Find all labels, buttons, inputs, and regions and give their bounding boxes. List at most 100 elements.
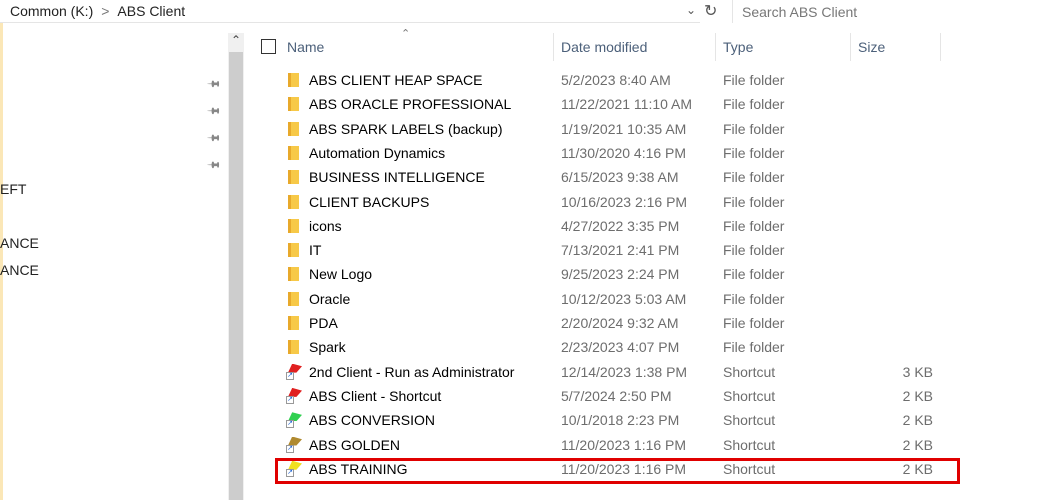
file-date: 2/20/2024 9:32 AM bbox=[561, 315, 679, 331]
file-size: 2 KB bbox=[902, 387, 933, 404]
file-type: File folder bbox=[723, 144, 785, 161]
scroll-up-icon[interactable]: ⌃ bbox=[228, 33, 244, 51]
file-name: ABS SPARK LABELS (backup) bbox=[309, 120, 503, 137]
file-date: 12/14/2023 1:38 PM bbox=[561, 363, 688, 380]
shortcut-icon: ↗ bbox=[286, 363, 302, 380]
file-date: 10/16/2023 2:16 PM bbox=[561, 193, 688, 210]
address-bar[interactable]: Common (K:) > ABS Client bbox=[0, 0, 700, 23]
pin-icon[interactable]: 🖈 bbox=[202, 127, 225, 150]
folder-icon bbox=[288, 218, 299, 233]
file-type: File folder bbox=[723, 217, 785, 234]
file-date: 5/2/2023 8:40 AM bbox=[561, 72, 671, 88]
file-type: File folder bbox=[723, 290, 785, 307]
file-row[interactable]: New Logo 9/25/2023 2:24 PM File folder bbox=[282, 262, 942, 286]
nav-item[interactable]: ANCE bbox=[0, 262, 39, 278]
file-row[interactable]: CLIENT BACKUPS 10/16/2023 2:16 PM File fol… bbox=[282, 190, 942, 214]
file-row[interactable]: BUSINESS INTELLIGENCE 6/15/2023 9:38 AM Fi… bbox=[282, 165, 942, 189]
file-date: 6/15/2023 9:38 AM bbox=[561, 169, 679, 186]
nav-item[interactable]: EFT bbox=[0, 181, 26, 197]
folder-icon bbox=[288, 145, 299, 160]
file-row[interactable]: ↗ 2nd Client - Run as Administrator 12/14/… bbox=[282, 360, 942, 384]
file-type: File folder bbox=[723, 96, 785, 113]
file-date: 11/30/2020 4:16 PM bbox=[561, 144, 687, 161]
nav-item[interactable]: ANCE bbox=[0, 235, 39, 251]
column-divider[interactable] bbox=[553, 33, 554, 61]
refresh-icon[interactable]: ↻ bbox=[704, 1, 717, 21]
file-type: Shortcut bbox=[723, 387, 776, 404]
select-all-checkbox[interactable] bbox=[261, 39, 276, 54]
file-row[interactable]: Oracle 10/12/2023 5:03 AM File folder bbox=[282, 287, 942, 311]
breadcrumb-separator-icon: > bbox=[101, 3, 110, 19]
file-type: File folder bbox=[723, 339, 785, 356]
file-type: File folder bbox=[723, 266, 785, 283]
pin-icon[interactable]: 🖈 bbox=[202, 100, 225, 123]
column-header-name[interactable]: Name bbox=[287, 39, 324, 55]
file-name: ABS CONVERSION bbox=[309, 412, 436, 429]
file-row[interactable]: Spark 2/23/2023 4:07 PM File folder bbox=[282, 335, 942, 359]
file-row[interactable]: icons 4/27/2022 3:35 PM File folder bbox=[282, 214, 942, 238]
column-header-size[interactable]: Size bbox=[858, 39, 885, 55]
highlight-box bbox=[275, 458, 960, 484]
folder-icon bbox=[288, 121, 299, 136]
file-type: File folder bbox=[723, 120, 785, 137]
folder-icon bbox=[288, 97, 299, 112]
file-type: Shortcut bbox=[723, 363, 776, 380]
file-date: 11/22/2021 11:10 AM bbox=[561, 96, 693, 113]
file-name: New Logo bbox=[309, 266, 373, 283]
folder-icon bbox=[288, 316, 299, 330]
file-name: BUSINESS INTELLIGENCE bbox=[309, 169, 485, 186]
column-header-date[interactable]: Date modified bbox=[561, 39, 647, 55]
column-header-type[interactable]: Type bbox=[723, 39, 753, 55]
file-name: Automation Dynamics bbox=[309, 144, 446, 161]
folder-icon bbox=[288, 170, 299, 185]
folder-icon bbox=[288, 73, 299, 87]
pin-icon[interactable]: 🖈 bbox=[202, 73, 225, 96]
file-type: Shortcut bbox=[723, 436, 776, 453]
shortcut-icon: ↗ bbox=[286, 436, 302, 453]
file-type: File folder bbox=[723, 193, 785, 210]
shortcut-icon: ↗ bbox=[286, 412, 302, 429]
file-row[interactable]: ABS CLIENT HEAP SPACE 5/2/2023 8:40 AM Fil… bbox=[282, 68, 942, 92]
file-name: Spark bbox=[309, 339, 346, 356]
file-date: 10/12/2023 5:03 AM bbox=[561, 290, 687, 307]
file-type: File folder bbox=[723, 72, 785, 88]
file-row[interactable]: PDA 2/20/2024 9:32 AM File folder bbox=[282, 311, 942, 335]
folder-icon bbox=[288, 243, 299, 258]
file-type: Shortcut bbox=[723, 412, 776, 429]
file-row[interactable]: ↗ ABS GOLDEN 11/20/2023 1:16 PM Shortcut 2 K… bbox=[282, 433, 942, 457]
column-divider[interactable] bbox=[850, 33, 851, 61]
file-date: 10/1/2018 2:23 PM bbox=[561, 412, 680, 429]
folder-icon bbox=[288, 340, 299, 355]
file-row[interactable]: ABS ORACLE PROFESSIONAL 11/22/2021 11:10 … bbox=[282, 92, 942, 116]
breadcrumb-drive[interactable]: Common (K:) bbox=[10, 3, 93, 19]
folder-icon bbox=[288, 194, 299, 209]
file-date: 7/13/2021 2:41 PM bbox=[561, 242, 680, 259]
scrollbar-thumb[interactable] bbox=[229, 52, 243, 500]
folder-icon bbox=[288, 267, 299, 282]
file-row[interactable]: IT 7/13/2021 2:41 PM File folder bbox=[282, 238, 942, 262]
file-name: 2nd Client - Run as Administrator bbox=[309, 363, 515, 380]
file-name: PDA bbox=[309, 315, 338, 331]
file-row[interactable]: ABS SPARK LABELS (backup) 1/19/2021 10:35… bbox=[282, 117, 942, 141]
file-date: 4/27/2022 3:35 PM bbox=[561, 217, 680, 234]
sort-ascending-icon: ⌃ bbox=[401, 28, 411, 40]
pin-icon[interactable]: 🖈 bbox=[202, 154, 225, 177]
search-input[interactable]: Search ABS Client bbox=[732, 0, 1054, 23]
file-name: icons bbox=[309, 217, 342, 234]
file-type: File folder bbox=[723, 315, 785, 331]
file-name: ABS CLIENT HEAP SPACE bbox=[309, 72, 483, 88]
file-name: IT bbox=[309, 242, 322, 259]
file-name: ABS GOLDEN bbox=[309, 436, 401, 453]
shortcut-icon: ↗ bbox=[286, 387, 302, 404]
file-row[interactable]: ↗ ABS CONVERSION 10/1/2018 2:23 PM Shortcut… bbox=[282, 408, 942, 432]
breadcrumb-folder[interactable]: ABS Client bbox=[117, 3, 185, 19]
file-date: 5/7/2024 2:50 PM bbox=[561, 387, 672, 404]
column-divider[interactable] bbox=[715, 33, 716, 61]
file-row[interactable]: ↗ ABS Client - Shortcut 5/7/2024 2:50 PM Sh… bbox=[282, 384, 942, 408]
file-name: Oracle bbox=[309, 290, 351, 307]
chevron-down-icon[interactable]: ⌄ bbox=[686, 3, 696, 17]
file-type: File folder bbox=[723, 242, 785, 259]
column-divider[interactable] bbox=[940, 33, 941, 61]
file-date: 1/19/2021 10:35 AM bbox=[561, 120, 687, 137]
file-row[interactable]: Automation Dynamics 11/30/2020 4:16 PM Fil… bbox=[282, 141, 942, 165]
